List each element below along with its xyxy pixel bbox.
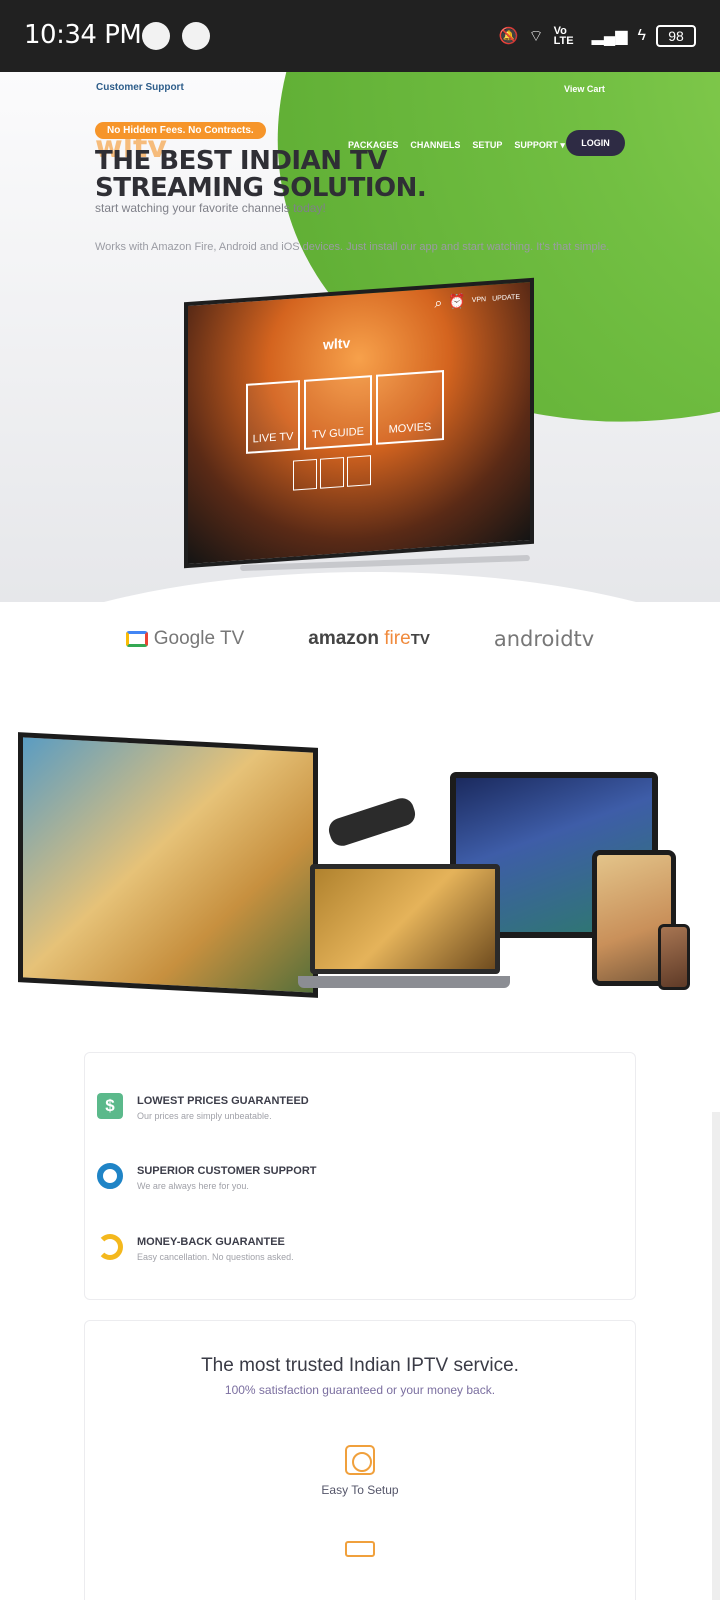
tv-tile-guide: TV GUIDE <box>304 375 372 450</box>
lifebuoy-icon <box>97 1163 123 1189</box>
trusted-title: The most trusted Indian IPTV service. <box>201 1355 519 1376</box>
device-laptop <box>310 864 500 974</box>
amazon-label: amazon <box>308 628 379 649</box>
jazz-app-icon <box>182 22 210 50</box>
android-tv-logo: androidtv <box>493 627 595 651</box>
scrollbar[interactable] <box>712 1112 720 1600</box>
feature-item: MONEY-BACK GUARANTEE Easy cancellation. … <box>97 1234 294 1262</box>
fire-label: fire <box>384 628 411 649</box>
bell-muted-icon: 🔕 <box>498 28 519 45</box>
view-cart-link[interactable]: View Cart <box>564 84 605 94</box>
feature-title: LOWEST PRICES GUARANTEED <box>137 1095 309 1107</box>
alarm-icon: ⏰ <box>448 292 466 310</box>
tv-mini-tiles <box>293 455 371 491</box>
tv-brand: wltv <box>323 334 351 353</box>
search-icon: ⌕ <box>434 294 443 311</box>
amazon-fire-tv-logo: amazon fireTV <box>308 628 430 650</box>
status-bar: 10:34 PM 🔕 ⌔ Vo LTE ▂▄▆ ϟ 98 <box>0 0 720 72</box>
music-icon <box>142 22 170 50</box>
feature-subtitle: We are always here for you. <box>137 1181 249 1191</box>
setup-icon <box>345 1445 375 1475</box>
feature-title: SUPERIOR CUSTOMER SUPPORT <box>137 1165 317 1177</box>
hero-tagline: start watching your favorite channels to… <box>95 201 326 215</box>
wifi-icon: ⌔ <box>528 28 544 45</box>
customer-support-link[interactable]: Customer Support <box>96 82 184 93</box>
google-tv-label: Google TV <box>153 628 245 649</box>
hero-headline: THE BEST INDIAN TV STREAMING SOLUTION. <box>95 146 427 203</box>
features-card: $ LOWEST PRICES GUARANTEED Our prices ar… <box>84 1052 636 1300</box>
feature-title: MONEY-BACK GUARANTEE <box>137 1236 285 1248</box>
feature-subtitle: Our prices are simply unbeatable. <box>137 1111 272 1121</box>
hero-bottom-curve <box>0 572 720 602</box>
tv-tiles: LIVE TV TV GUIDE MOVIES <box>246 370 444 454</box>
volte-icon: Vo LTE <box>553 25 574 47</box>
trusted-subtitle: 100% satisfaction guaranteed or your mon… <box>224 1383 496 1397</box>
router-icon <box>345 1541 375 1557</box>
login-button[interactable]: LOGIN <box>566 130 625 156</box>
device-tv <box>18 732 318 998</box>
tv-illustration: ⌕ ⏰ VPN UPDATE wltv LIVE TV TV GUIDE MOV… <box>184 277 534 569</box>
no-fees-badge: No Hidden Fees. No Contracts. <box>95 122 266 139</box>
device-phone <box>658 924 690 990</box>
web-page: Customer Support View Cart wltv No Hidde… <box>0 72 720 1600</box>
system-icons: 🔕 ⌔ Vo LTE ▂▄▆ ϟ 98 <box>499 22 696 50</box>
catchup-icon <box>320 457 344 489</box>
fire-tv-label: TV <box>410 631 430 648</box>
star-icon <box>293 458 317 491</box>
vpn-label: VPN <box>471 296 487 305</box>
feature-item: $ LOWEST PRICES GUARANTEED Our prices ar… <box>97 1093 309 1121</box>
status-time: 10:34 PM <box>24 20 142 50</box>
feature-item: SUPERIOR CUSTOMER SUPPORT We are always … <box>97 1163 317 1191</box>
refresh-icon <box>97 1234 123 1260</box>
dollar-icon: $ <box>97 1093 123 1119</box>
trusted-card: The most trusted Indian IPTV service. 10… <box>84 1320 636 1600</box>
signal-icon: ▂▄▆ <box>591 28 628 45</box>
hero-description: Works with Amazon Fire, Android and iOS … <box>95 241 610 253</box>
google-tv-icon <box>125 631 148 647</box>
charging-icon: ϟ <box>637 27 646 44</box>
chevron-down-icon: ▾ <box>560 140 565 150</box>
tv-screen: ⌕ ⏰ VPN UPDATE wltv LIVE TV TV GUIDE MOV… <box>184 277 534 569</box>
platform-logos: Google TV amazon fireTV androidtv <box>0 627 720 651</box>
tv-tile-live: LIVE TV <box>246 380 300 454</box>
devices-image <box>10 732 710 1012</box>
battery-indicator: 98 <box>656 25 696 47</box>
tv-tile-movies: MOVIES <box>376 370 444 445</box>
google-tv-logo: Google TV <box>125 628 245 650</box>
update-label: UPDATE <box>492 293 520 303</box>
tv-top-icons: ⌕ ⏰ VPN UPDATE <box>434 289 520 312</box>
easy-setup-label: Easy To Setup <box>321 1483 399 1497</box>
feature-subtitle: Easy cancellation. No questions asked. <box>137 1252 294 1262</box>
hero-section: Customer Support View Cart wltv No Hidde… <box>0 72 720 602</box>
gear-icon <box>347 455 371 487</box>
device-laptop-base <box>298 976 510 988</box>
device-fire-stick <box>325 795 419 849</box>
